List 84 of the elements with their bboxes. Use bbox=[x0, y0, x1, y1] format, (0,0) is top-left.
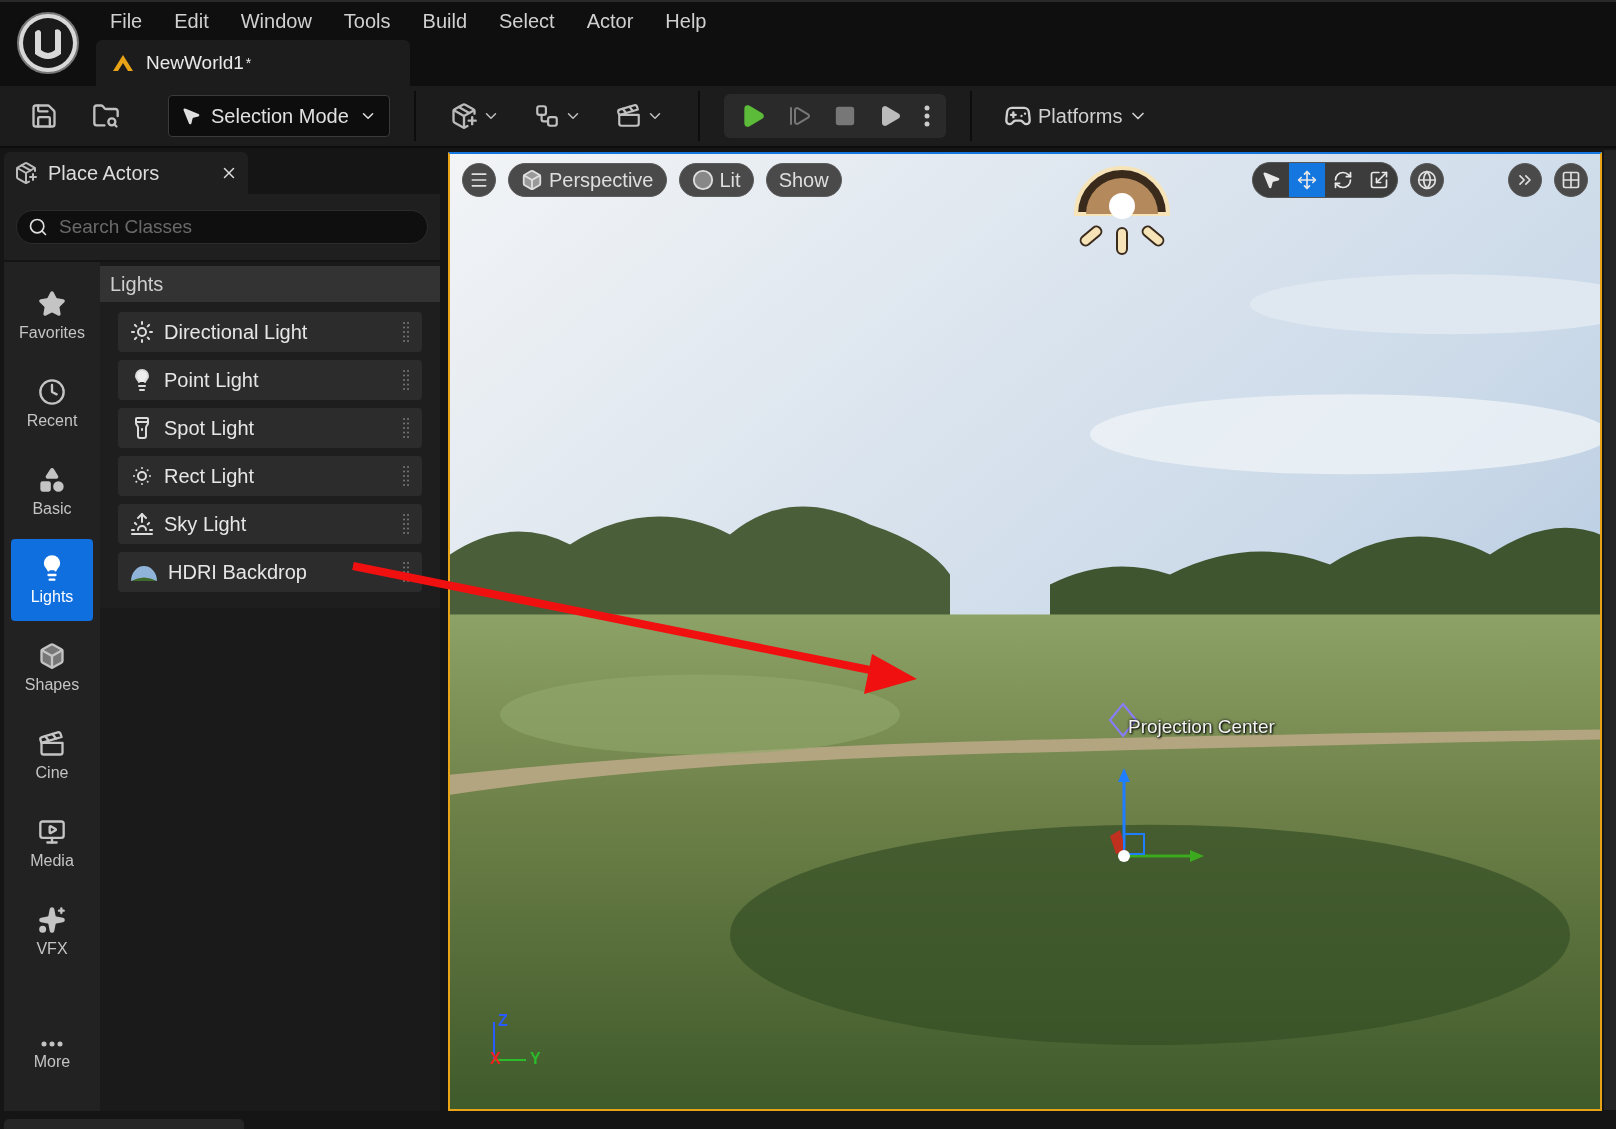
save-icon bbox=[30, 102, 58, 130]
clapperboard-icon bbox=[616, 103, 642, 129]
drag-handle-icon[interactable] bbox=[402, 513, 410, 535]
perspective-button[interactable]: Perspective bbox=[508, 163, 667, 197]
light-item[interactable]: HDRI Backdrop bbox=[118, 552, 422, 592]
rotate-icon bbox=[1333, 170, 1353, 190]
menu-item[interactable]: Edit bbox=[160, 5, 223, 37]
axis-label: Y bbox=[530, 1050, 541, 1068]
panel-title: Place Actors bbox=[48, 161, 161, 185]
light-item[interactable]: Rect Light bbox=[118, 456, 422, 496]
light-name: Directional Light bbox=[164, 320, 309, 344]
drag-handle-icon[interactable] bbox=[402, 465, 410, 487]
globe-icon bbox=[1417, 170, 1437, 190]
menu-item[interactable]: Window bbox=[226, 5, 326, 37]
search-field[interactable]: Search Classes bbox=[16, 210, 428, 244]
menu-item[interactable]: Tools bbox=[329, 5, 405, 37]
nodes-icon bbox=[534, 103, 560, 129]
axis-label: Z bbox=[498, 1012, 508, 1030]
logo-icon[interactable] bbox=[15, 10, 81, 76]
actor-name-label: Projection Center bbox=[1128, 716, 1275, 738]
menu-icon bbox=[469, 170, 489, 190]
document-title: NewWorld1 bbox=[146, 52, 244, 74]
drag-handle-icon[interactable] bbox=[402, 369, 410, 391]
category-button[interactable]: Media bbox=[11, 803, 93, 885]
drag-handle-icon[interactable] bbox=[402, 561, 410, 583]
cursor-icon bbox=[1261, 170, 1281, 190]
grid-icon bbox=[1561, 170, 1581, 190]
light-name: Rect Light bbox=[164, 464, 256, 488]
stop-icon bbox=[834, 105, 856, 127]
place-actors-icon bbox=[14, 161, 38, 185]
folder-search-icon bbox=[92, 102, 120, 130]
light-name: Sky Light bbox=[164, 512, 248, 536]
platforms-dropdown[interactable]: Platforms bbox=[996, 96, 1157, 136]
category-button[interactable]: VFX bbox=[11, 891, 93, 973]
menu-item[interactable]: Help bbox=[651, 5, 721, 37]
move-icon bbox=[1297, 170, 1317, 190]
sky-light-icon bbox=[130, 512, 154, 536]
sphere-icon bbox=[691, 169, 714, 191]
clapperboard-icon bbox=[38, 730, 66, 758]
light-item[interactable]: Spot Light bbox=[118, 408, 422, 448]
category-button[interactable]: More bbox=[11, 1015, 93, 1097]
drag-handle-icon[interactable] bbox=[402, 321, 410, 343]
menu-item[interactable]: Select bbox=[485, 5, 569, 37]
light-name: Point Light bbox=[164, 368, 260, 392]
drag-handle-icon[interactable] bbox=[402, 417, 410, 439]
step-icon bbox=[788, 104, 812, 128]
clock-icon bbox=[38, 378, 66, 406]
selection-mode-dropdown[interactable]: Selection Mode bbox=[168, 95, 390, 137]
lit-button[interactable]: Lit bbox=[678, 163, 754, 197]
category-button[interactable]: Cine bbox=[11, 715, 93, 797]
kebab-icon bbox=[924, 105, 930, 127]
category-button[interactable]: Favorites bbox=[11, 275, 93, 357]
media-icon bbox=[38, 818, 66, 846]
star-icon bbox=[38, 290, 66, 318]
add-cube-icon bbox=[450, 102, 478, 130]
level-icon bbox=[112, 54, 134, 72]
unsaved-mark: * bbox=[245, 55, 252, 71]
document-tab[interactable]: NewWorld1* bbox=[96, 40, 410, 86]
light-item[interactable]: Sky Light bbox=[118, 504, 422, 544]
search-icon bbox=[28, 217, 48, 237]
light-name: Spot Light bbox=[164, 416, 256, 440]
light-item[interactable]: Point Light bbox=[118, 360, 422, 400]
menu-item[interactable]: File bbox=[96, 5, 157, 37]
menu-item[interactable]: Build bbox=[408, 5, 482, 37]
shapes-icon bbox=[38, 466, 66, 494]
category-button[interactable]: Recent bbox=[11, 363, 93, 445]
category-button[interactable]: Basic bbox=[11, 451, 93, 533]
show-button[interactable]: Show bbox=[765, 163, 842, 197]
cube-icon bbox=[38, 642, 66, 670]
category-button[interactable]: Shapes bbox=[11, 627, 93, 709]
axis-label: X bbox=[490, 1050, 501, 1068]
viewport[interactable]: Perspective Lit Show Projection Center Z X Y bbox=[448, 152, 1602, 1111]
menu-item[interactable]: Actor bbox=[572, 5, 648, 37]
category-button[interactable]: Lights bbox=[11, 539, 93, 621]
scale-icon bbox=[1369, 170, 1389, 190]
cube-icon bbox=[521, 169, 543, 191]
sparkles-icon bbox=[38, 906, 66, 934]
sun-icon bbox=[130, 320, 154, 344]
light-item[interactable]: Directional Light bbox=[118, 312, 422, 352]
section-header[interactable]: Lights bbox=[100, 266, 440, 302]
more-icon bbox=[41, 1041, 63, 1047]
light-name: HDRI Backdrop bbox=[168, 560, 308, 584]
rect-light-icon bbox=[130, 464, 154, 488]
panel-tab[interactable]: Place Actors bbox=[4, 152, 248, 194]
